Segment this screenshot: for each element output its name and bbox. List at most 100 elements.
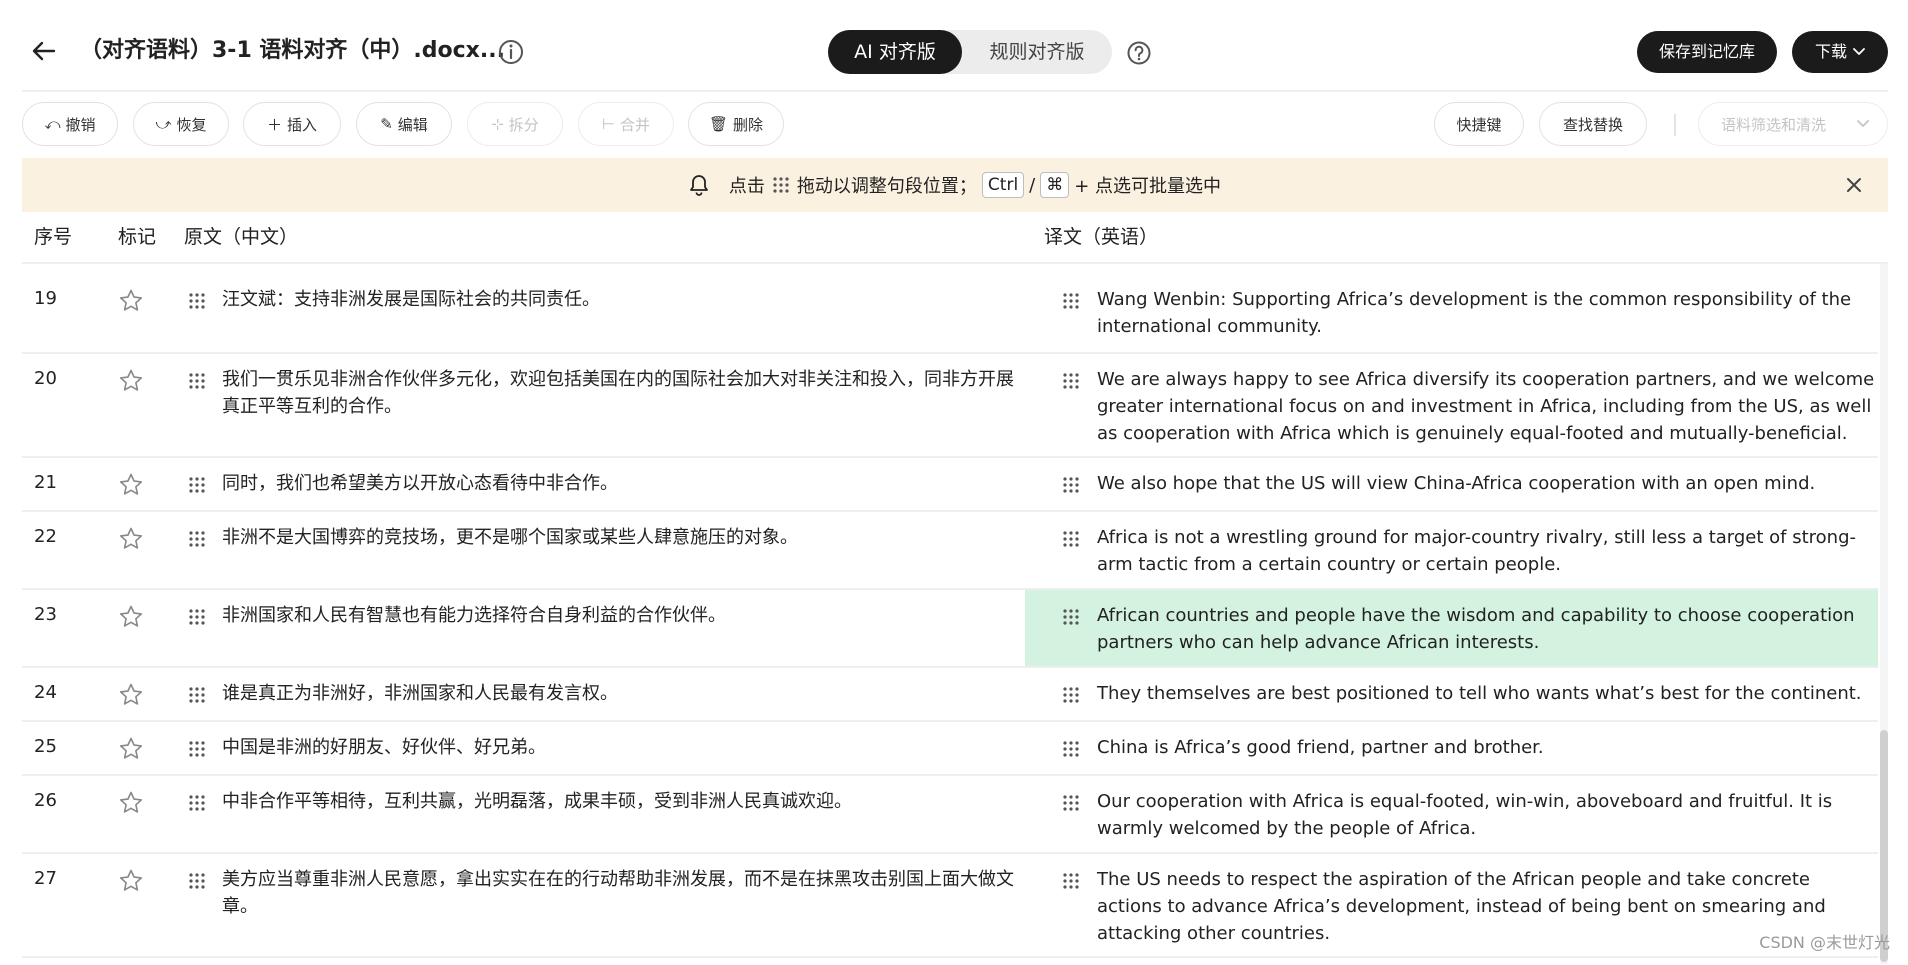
- drag-handle-icon[interactable]: [1061, 608, 1083, 628]
- source-segment[interactable]: 同时，我们也希望美方以开放心态看待中非合作。: [222, 470, 1028, 497]
- target-segment[interactable]: African countries and people have the wi…: [1097, 602, 1875, 656]
- merge-button[interactable]: ⊢ 合并: [578, 102, 674, 146]
- drag-handle-icon[interactable]: [187, 794, 209, 814]
- merge-icon: ⊢: [601, 115, 616, 133]
- source-segment[interactable]: 非洲国家和人民有智慧也有能力选择符合自身利益的合作伙伴。: [222, 602, 1028, 629]
- close-icon[interactable]: [1842, 173, 1866, 197]
- table-row[interactable]: 21 同时，我们也希望美方以开放心态看待中非合作。 We also hope t…: [22, 458, 1878, 512]
- source-segment[interactable]: 美方应当尊重非洲人民意愿，拿出实实在在的行动帮助非洲发展，而不是在抹黑攻击别国上…: [222, 866, 1028, 920]
- source-segment[interactable]: 非洲不是大国博弈的竞技场，更不是哪个国家或某些人肆意施压的对象。: [222, 524, 1028, 551]
- info-icon[interactable]: [497, 38, 525, 66]
- scrollbar-thumb[interactable]: [1880, 730, 1888, 962]
- split-button[interactable]: ⊹ 拆分: [467, 102, 563, 146]
- download-button[interactable]: 下载: [1792, 31, 1888, 73]
- drag-handle-icon[interactable]: [1061, 740, 1083, 760]
- target-segment[interactable]: Africa is not a wrestling ground for maj…: [1097, 524, 1875, 578]
- table-row[interactable]: 27 美方应当尊重非洲人民意愿，拿出实实在在的行动帮助非洲发展，而不是在抹黑攻击…: [22, 854, 1878, 958]
- star-icon[interactable]: [118, 736, 144, 762]
- drag-handle-icon[interactable]: [187, 292, 209, 312]
- source-segment[interactable]: 汪文斌：支持非洲发展是国际社会的共同责任。: [222, 286, 1028, 313]
- header-bar: （对齐语料）3-1 语料对齐（中）.docx... AI 对齐版 规则对齐版 保…: [0, 0, 1908, 104]
- target-segment[interactable]: Our cooperation with Africa is equal-foo…: [1097, 788, 1875, 842]
- target-segment[interactable]: China is Africa’s good friend, partner a…: [1097, 734, 1875, 761]
- drag-handle-icon[interactable]: [1061, 872, 1083, 892]
- table-row[interactable]: 19 汪文斌：支持非洲发展是国际社会的共同责任。 Wang Wenbin: Su…: [22, 274, 1878, 354]
- target-segment[interactable]: Wang Wenbin: Supporting Africa’s develop…: [1097, 286, 1875, 340]
- help-icon[interactable]: [1126, 40, 1152, 66]
- redo-label: 恢复: [176, 115, 207, 134]
- edit-label: 编辑: [397, 115, 428, 134]
- star-icon[interactable]: [118, 472, 144, 498]
- find-replace-button[interactable]: 查找替换: [1539, 102, 1647, 146]
- chevron-down-icon: [1853, 48, 1865, 55]
- target-segment[interactable]: We are always happy to see Africa divers…: [1097, 366, 1875, 447]
- column-header-source: 原文（中文）: [184, 226, 299, 248]
- merge-label: 合并: [620, 115, 651, 134]
- table-row[interactable]: 20 我们一贯乐见非洲合作伙伴多元化，欢迎包括美国在内的国际社会加大对非关注和投…: [22, 354, 1878, 458]
- shortcuts-button[interactable]: 快捷键: [1434, 102, 1524, 146]
- split-icon: ⊹: [491, 115, 504, 133]
- star-icon[interactable]: [118, 790, 144, 816]
- save-to-memory-button[interactable]: 保存到记忆库: [1637, 31, 1777, 73]
- drag-handle-icon[interactable]: [187, 740, 209, 760]
- table-row[interactable]: 22 非洲不是大国博弈的竞技场，更不是哪个国家或某些人肆意施压的对象。 Afri…: [22, 512, 1878, 590]
- target-cell: They themselves are best positioned to t…: [1025, 668, 1878, 720]
- table-row[interactable]: 23 非洲国家和人民有智慧也有能力选择符合自身利益的合作伙伴。 African …: [22, 590, 1878, 668]
- star-icon[interactable]: [118, 368, 144, 394]
- drag-hint-banner: 点击 拖动以调整句段位置； Ctrl / ⌘ + 点选可批量选中: [22, 158, 1888, 212]
- source-segment[interactable]: 谁是真正为非洲好，非洲国家和人民最有发言权。: [222, 680, 1028, 707]
- delete-button[interactable]: 🗑 删除: [688, 102, 784, 146]
- split-label: 拆分: [508, 115, 539, 134]
- table-row[interactable]: 25 中国是非洲的好朋友、好伙伴、好兄弟。 China is Africa’s …: [22, 722, 1878, 776]
- drag-handle-icon[interactable]: [187, 530, 209, 550]
- drag-handle-icon[interactable]: [187, 686, 209, 706]
- cmd-key-badge: ⌘: [1040, 172, 1070, 198]
- delete-label: 删除: [733, 115, 764, 134]
- table-header-divider: [22, 262, 1888, 264]
- drag-handle-icon[interactable]: [1061, 476, 1083, 496]
- drag-handle-icon[interactable]: [1061, 372, 1083, 392]
- star-icon[interactable]: [118, 868, 144, 894]
- redo-button[interactable]: ⤻ 恢复: [133, 102, 229, 146]
- back-arrow-icon[interactable]: [24, 34, 64, 68]
- row-number: 26: [34, 790, 57, 811]
- undo-button[interactable]: ⤺ 撤销: [22, 102, 118, 146]
- source-segment[interactable]: 中非合作平等相待，互利共赢，光明磊落，成果丰硕，受到非洲人民真诚欢迎。: [222, 788, 1028, 815]
- watermark: CSDN @末世灯光: [1759, 933, 1890, 952]
- column-header-mark: 标记: [118, 226, 157, 248]
- hint-text-click: 点击: [728, 176, 765, 197]
- table-row[interactable]: 26 中非合作平等相待，互利共赢，光明磊落，成果丰硕，受到非洲人民真诚欢迎。 O…: [22, 776, 1878, 854]
- insert-button[interactable]: ＋ 插入: [243, 102, 341, 146]
- target-cell: We also hope that the US will view China…: [1025, 458, 1878, 510]
- source-segment[interactable]: 我们一贯乐见非洲合作伙伴多元化，欢迎包括美国在内的国际社会加大对非关注和投入，同…: [222, 366, 1028, 420]
- table-row[interactable]: 24 谁是真正为非洲好，非洲国家和人民最有发言权。 They themselve…: [22, 668, 1878, 722]
- row-number: 19: [34, 288, 57, 309]
- source-segment[interactable]: 中国是非洲的好朋友、好伙伴、好兄弟。: [222, 734, 1028, 761]
- drag-handle-icon[interactable]: [187, 476, 209, 496]
- star-icon[interactable]: [118, 288, 144, 314]
- chevron-down-icon: [1857, 120, 1869, 127]
- drag-handle-icon[interactable]: [1061, 292, 1083, 312]
- target-segment[interactable]: They themselves are best positioned to t…: [1097, 680, 1875, 707]
- star-icon[interactable]: [118, 682, 144, 708]
- hint-text-drag: 拖动以调整句段位置；: [796, 176, 977, 197]
- download-label: 下载: [1814, 42, 1847, 61]
- rule-alignment-tab[interactable]: 规则对齐版: [962, 30, 1112, 74]
- edit-button[interactable]: ✎ 编辑: [356, 102, 452, 146]
- filter-placeholder: 语料筛选和清洗: [1721, 115, 1827, 134]
- redo-icon: ⤻: [155, 115, 172, 133]
- drag-handle-icon[interactable]: [187, 872, 209, 892]
- drag-handle-icon[interactable]: [1061, 686, 1083, 706]
- hint-text-batch: + 点选可批量选中: [1074, 176, 1222, 197]
- target-segment[interactable]: We also hope that the US will view China…: [1097, 470, 1875, 497]
- star-icon[interactable]: [118, 604, 144, 630]
- drag-handle-icon[interactable]: [1061, 530, 1083, 550]
- drag-handle-icon: [771, 176, 791, 194]
- drag-handle-icon[interactable]: [187, 372, 209, 392]
- corpus-filter-select[interactable]: 语料筛选和清洗: [1698, 102, 1888, 146]
- drag-handle-icon[interactable]: [1061, 794, 1083, 814]
- star-icon[interactable]: [118, 526, 144, 552]
- drag-handle-icon[interactable]: [187, 608, 209, 628]
- insert-label: 插入: [287, 115, 318, 134]
- ai-alignment-tab[interactable]: AI 对齐版: [828, 30, 962, 74]
